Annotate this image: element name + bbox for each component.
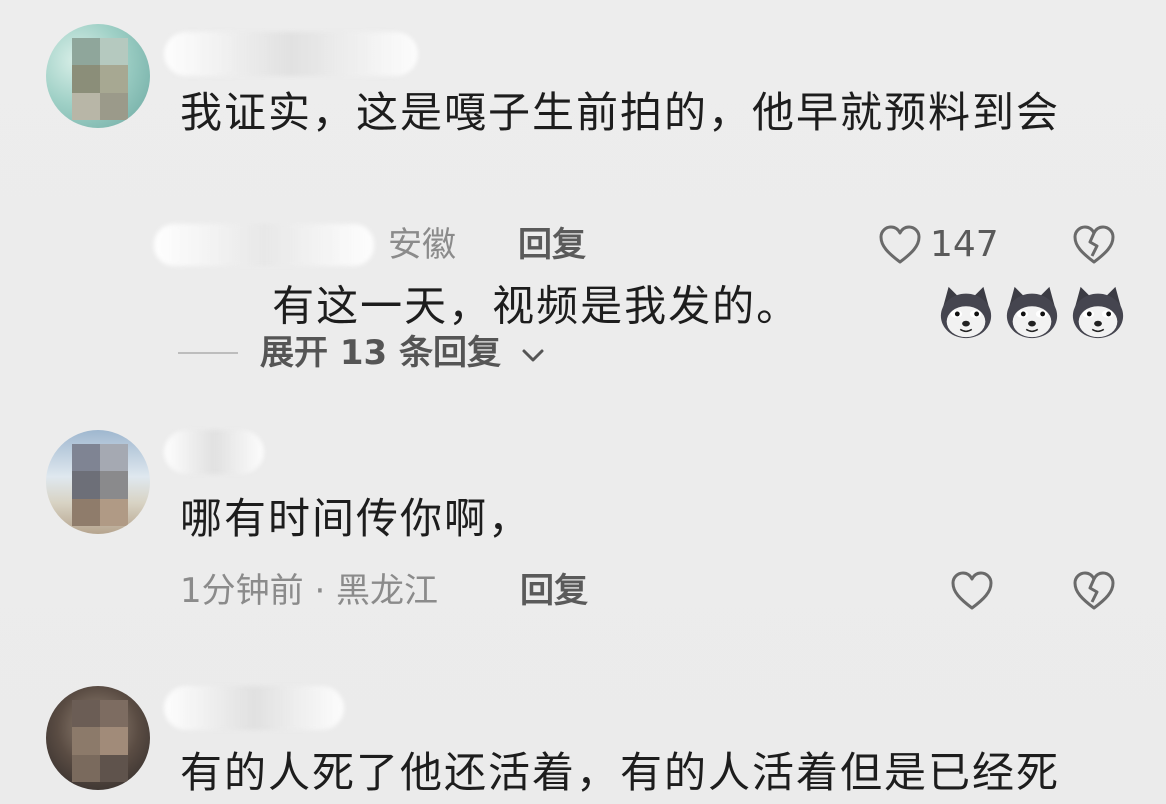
avatar[interactable]: [46, 24, 150, 128]
heart-outline-icon[interactable]: [878, 224, 922, 266]
broken-heart-icon[interactable]: [1072, 570, 1116, 612]
username-blurred[interactable]: [164, 430, 264, 474]
comment-text: 有的人死了他还活着，有的人活着但是已经死: [180, 748, 1061, 797]
location-label: 安徽: [388, 225, 456, 265]
broken-heart-icon[interactable]: [1072, 224, 1116, 266]
reply-button[interactable]: 回复: [518, 220, 586, 270]
avatar[interactable]: [46, 430, 150, 534]
username-blurred[interactable]: [164, 32, 418, 76]
comment-meta-row: 安徽 回复 147: [0, 220, 1166, 270]
chevron-down-icon: [522, 349, 544, 361]
avatar[interactable]: [46, 686, 150, 790]
expand-replies-row: 展开 13 条回复: [0, 328, 1166, 378]
username-blurred[interactable]: [164, 686, 344, 730]
comment-text-line2: 有这一天，视频是我发的。: [180, 144, 1135, 474]
expand-replies-label: 展开 13 条回复: [260, 333, 501, 373]
comment-text-line2-content: 有这一天，视频是我发的。: [272, 281, 801, 331]
heart-outline-icon[interactable]: [950, 570, 994, 612]
comment-meta-row: 1分钟前 · 黑龙江 回复: [0, 566, 1166, 616]
reply-button[interactable]: 回复: [520, 566, 588, 616]
expand-replies-button[interactable]: 展开 13 条回复: [260, 328, 547, 378]
comment-text: 哪有时间传你啊，: [180, 494, 533, 543]
timestamp-blurred: [154, 224, 374, 266]
expand-divider: [178, 352, 238, 354]
avatar-mosaic: [72, 444, 128, 526]
comment-list: 我证实，这是嘎子生前拍的，他早就预料到会 有这一天，视频是我发的。 安徽 回复 …: [0, 0, 1166, 804]
avatar-mosaic: [72, 700, 128, 782]
timestamp-location: 1分钟前 · 黑龙江: [180, 571, 439, 611]
like-count: 147: [930, 224, 999, 265]
avatar-mosaic: [72, 38, 128, 120]
comment-text-line1: 我证实，这是嘎子生前拍的，他早就预料到会: [180, 88, 1061, 137]
